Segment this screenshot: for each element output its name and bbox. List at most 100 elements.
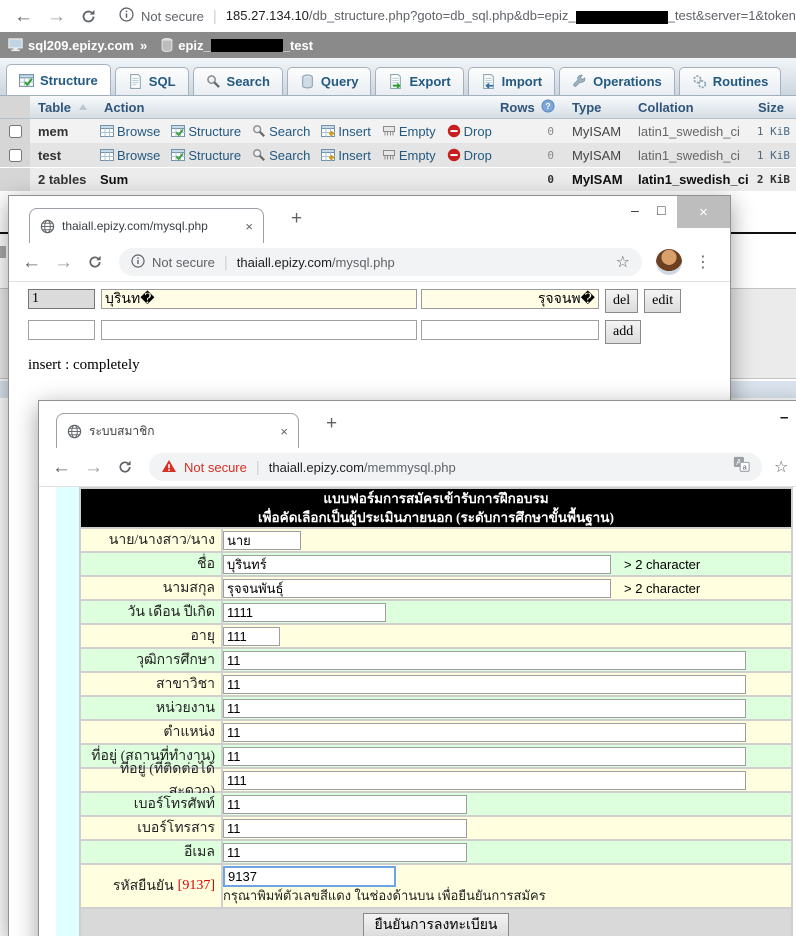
bookmark-star-icon[interactable]: ☆ [774,457,788,477]
sort-asc-icon[interactable] [79,104,87,110]
work-address-field[interactable] [223,747,746,766]
action-structure[interactable]: Structure [171,148,241,163]
new-id-field[interactable] [28,320,95,340]
table-row-mem: mem Browse Structure Search Insert Empty… [0,119,796,143]
back-icon[interactable]: ← [22,253,41,272]
action-drop[interactable]: Drop [447,148,492,163]
close-icon[interactable]: × [677,196,730,228]
edit-button[interactable]: edit [644,289,681,313]
tab-import[interactable]: Import [468,67,555,95]
forward-icon[interactable]: → [84,458,103,477]
new-tab-button[interactable]: + [326,413,337,435]
url-text[interactable]: thaiall.epizy.com/memmysql.php [269,460,456,475]
tab-query[interactable]: Query [287,67,372,95]
lastname-field[interactable] [223,579,611,598]
action-empty[interactable]: Empty [382,124,436,139]
registration-form: แบบฟอร์มการสมัครเข้ารับการฝึกอบรม เพื่อค… [79,487,793,936]
minimize-icon[interactable]: – [780,409,788,426]
size-value: 1 KiB [750,149,796,162]
table-name[interactable]: test [30,148,96,163]
row-checkbox[interactable] [9,149,22,162]
record-id-field[interactable] [28,289,95,309]
action-empty[interactable]: Empty [382,148,436,163]
education-field[interactable] [223,651,746,670]
age-field[interactable] [223,627,280,646]
tab-close-icon[interactable]: × [278,424,290,439]
back-icon[interactable]: ← [14,7,33,26]
tab-structure[interactable]: Structure [6,64,111,95]
phone-field[interactable] [223,795,467,814]
form-row-title: นาย/นางสาว/นาง [81,529,791,551]
email-field[interactable] [223,843,467,862]
action-browse[interactable]: Browse [100,148,160,163]
row-checkbox[interactable] [9,125,22,138]
del-button[interactable]: del [605,289,638,313]
tab-routines[interactable]: Routines [679,67,782,95]
warning-icon[interactable] [161,459,177,476]
confirm-code-field[interactable] [223,866,396,887]
position-field[interactable] [223,723,746,742]
tab-member-system[interactable]: ระบบสมาชิก × [56,413,299,448]
reload-icon[interactable] [80,8,97,25]
browser-menu-icon[interactable]: ⋮ [695,252,711,272]
clipped-page-icon [0,246,6,258]
tab-sql[interactable]: SQL [115,67,189,95]
help-icon[interactable] [541,99,555,116]
title-field[interactable] [223,531,301,550]
reload-icon[interactable] [87,254,103,270]
translate-icon[interactable] [733,456,750,478]
form-row-major: สาขาวิชา [81,673,791,695]
record-surname-field[interactable] [421,289,599,309]
birthdate-field[interactable] [223,603,386,622]
not-secure-label: Not secure [184,460,247,475]
forward-icon[interactable]: → [54,253,73,272]
record-name-field[interactable] [101,289,417,309]
screenshot-root: ← → Not secure | 185.27.134.10/db_struct… [0,0,796,936]
url-text[interactable]: thaiall.epizy.com/mysql.php [237,255,395,270]
forward-icon[interactable]: → [47,7,66,26]
major-field[interactable] [223,675,746,694]
breadcrumb-server[interactable]: sql209.epizy.com [28,38,134,53]
new-name-field[interactable] [101,320,417,340]
sum-type: MyISAM [564,172,630,187]
tab-mysql-page[interactable]: thaiall.epizy.com/mysql.php × [29,208,264,243]
col-table[interactable]: Table [30,100,96,115]
url-text[interactable]: 185.27.134.10/db_structure.php?goto=db_s… [226,8,796,23]
reload-icon[interactable] [117,459,133,475]
breadcrumb-database-suffix[interactable]: _test [283,38,313,53]
submit-registration-button[interactable]: ยืนยันการลงทะเบียน [363,913,508,936]
action-insert[interactable]: Insert [321,124,371,139]
fax-field[interactable] [223,819,467,838]
action-browse[interactable]: Browse [100,124,160,139]
tab-operations[interactable]: Operations [559,67,675,95]
action-search[interactable]: Search [252,148,310,163]
info-icon[interactable] [119,7,134,25]
tab-export[interactable]: Export [375,67,463,95]
organization-field[interactable] [223,699,746,718]
add-button[interactable]: add [605,320,641,344]
new-tab-button[interactable]: + [291,208,302,230]
main-address-bar: ← → Not secure | 185.27.134.10/db_struct… [0,0,796,32]
tab-title: ระบบสมาชิก [89,422,271,441]
status-text: insert : completely [28,357,730,374]
contact-address-field[interactable] [223,771,746,790]
table-row-test: test Browse Structure Search Insert Empt… [0,143,796,167]
action-insert[interactable]: Insert [321,148,371,163]
new-surname-field[interactable] [421,320,599,340]
breadcrumb-separator: » [140,38,147,53]
action-drop[interactable]: Drop [447,124,492,139]
back-icon[interactable]: ← [52,458,71,477]
info-icon[interactable] [131,254,145,271]
firstname-field[interactable] [223,555,611,574]
profile-avatar[interactable] [656,249,682,275]
tab-close-icon[interactable]: × [243,219,255,234]
tab-search[interactable]: Search [193,67,283,95]
table-name[interactable]: mem [30,124,96,139]
action-structure[interactable]: Structure [171,124,241,139]
action-search[interactable]: Search [252,124,310,139]
minimize-icon[interactable]: – [631,202,639,218]
bookmark-star-icon[interactable]: ☆ [616,252,630,272]
redacted-db-name [211,39,283,52]
maximize-icon[interactable]: □ [657,202,665,218]
breadcrumb-database[interactable]: epiz_ [178,38,211,53]
